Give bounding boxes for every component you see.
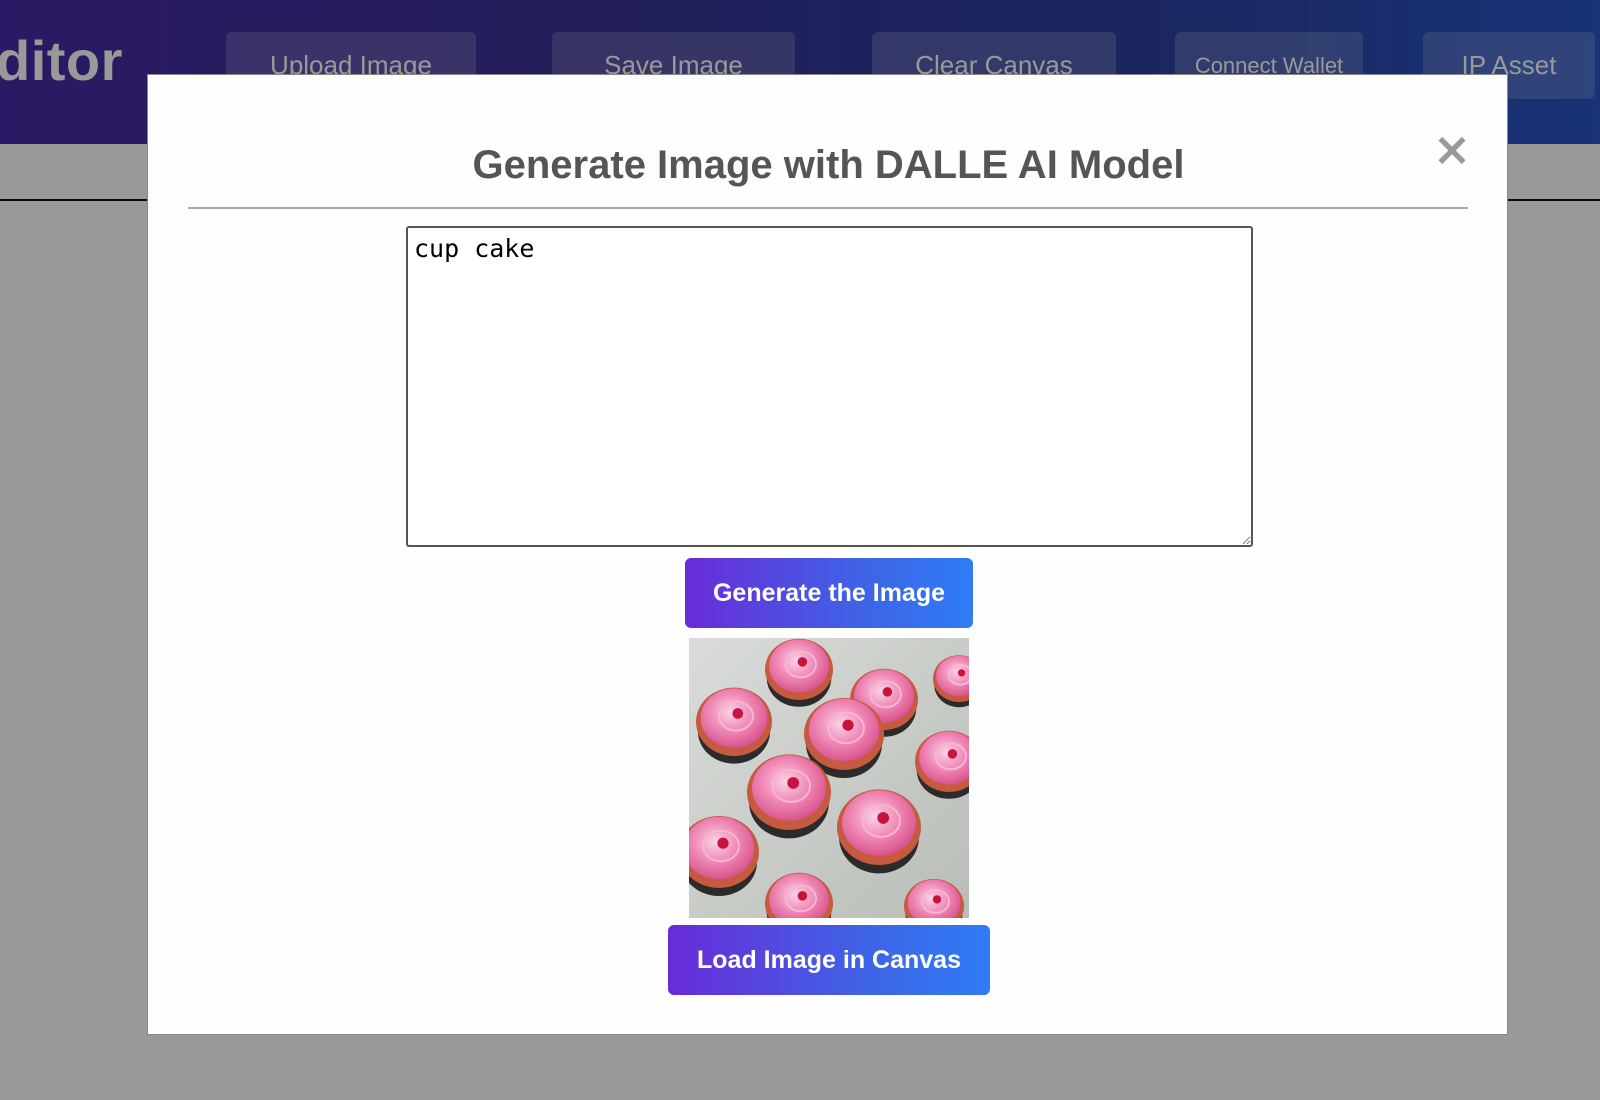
prompt-input[interactable]: cup cake [406, 226, 1253, 547]
modal-divider [188, 207, 1468, 209]
modal-title: Generate Image with DALLE AI Model [472, 143, 1185, 187]
generate-image-modal: × Generate Image with DALLE AI Model cup… [147, 74, 1508, 1035]
generate-image-button[interactable]: Generate the Image [685, 558, 973, 628]
load-image-in-canvas-button[interactable]: Load Image in Canvas [668, 925, 990, 995]
generated-image [689, 638, 969, 918]
